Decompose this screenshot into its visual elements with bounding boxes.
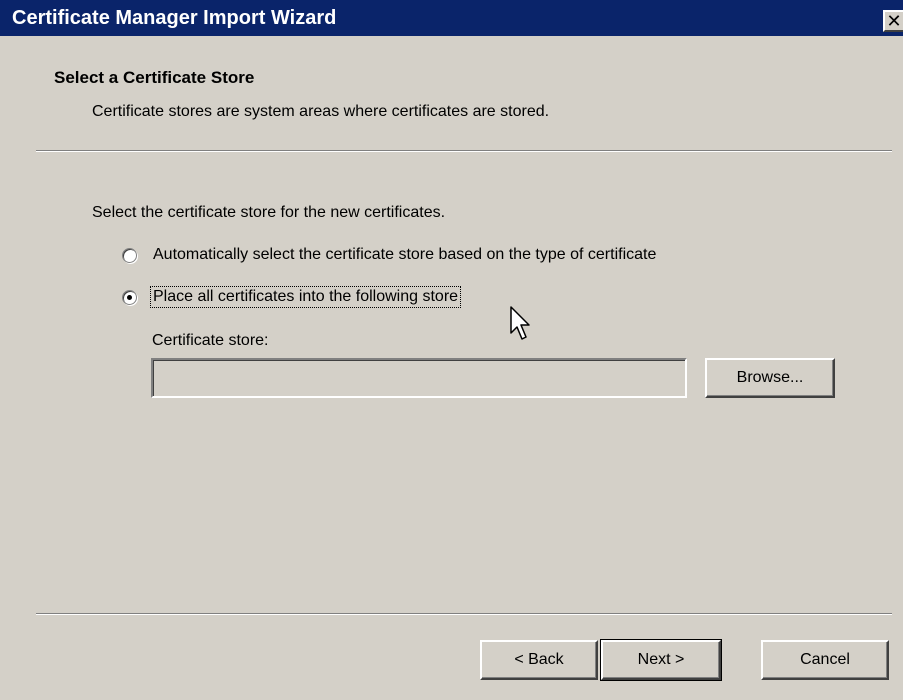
close-button[interactable]: ✕ bbox=[883, 10, 903, 32]
page-description: Certificate stores are system areas wher… bbox=[92, 103, 550, 120]
radio-place-in-store-label[interactable]: Place all certificates into the followin… bbox=[149, 286, 462, 308]
back-button[interactable]: < Back bbox=[480, 640, 598, 680]
mouse-pointer-icon bbox=[510, 306, 530, 340]
close-icon: ✕ bbox=[886, 11, 902, 31]
window-title: Certificate Manager Import Wizard bbox=[12, 7, 337, 29]
title-bar[interactable]: Certificate Manager Import Wizard ✕ bbox=[0, 0, 903, 36]
radio-auto-select-label[interactable]: Automatically select the certificate sto… bbox=[151, 245, 658, 265]
certificate-store-field[interactable] bbox=[151, 358, 687, 398]
radio-auto-select-circle[interactable] bbox=[122, 247, 137, 263]
certificate-store-label: Certificate store: bbox=[152, 332, 269, 349]
footer-divider bbox=[36, 613, 892, 615]
radio-auto-select[interactable]: Automatically select the certificate sto… bbox=[122, 243, 658, 267]
page-title: Select a Certificate Store bbox=[54, 68, 255, 87]
store-prompt: Select the certificate store for the new… bbox=[92, 204, 446, 221]
header-divider bbox=[36, 150, 892, 152]
cancel-button[interactable]: Cancel bbox=[761, 640, 889, 680]
browse-button[interactable]: Browse... bbox=[705, 358, 835, 398]
radio-place-in-store-circle[interactable] bbox=[122, 289, 137, 305]
wizard-window: Certificate Manager Import Wizard ✕ Sele… bbox=[0, 0, 903, 700]
radio-place-in-store[interactable]: Place all certificates into the followin… bbox=[122, 285, 462, 309]
next-button[interactable]: Next > bbox=[600, 639, 722, 681]
